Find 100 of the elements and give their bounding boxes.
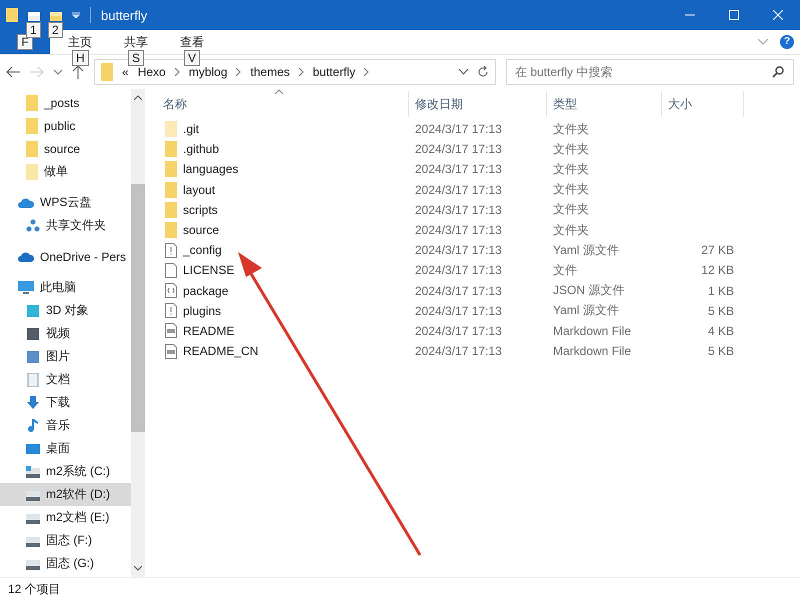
minimize-icon[interactable] — [685, 14, 695, 16]
file-name[interactable]: README — [183, 324, 234, 338]
ribbon-tab[interactable]: 共享 — [122, 32, 150, 52]
file-name[interactable]: package — [183, 284, 228, 298]
expand-ribbon-icon[interactable] — [758, 39, 768, 45]
nav-icon — [18, 250, 34, 264]
nav-item[interactable]: WPS云盘 — [0, 191, 131, 214]
nav-item[interactable]: 下载 — [0, 391, 131, 414]
nav-item[interactable]: 图片 — [0, 345, 131, 368]
file-name[interactable]: scripts — [183, 202, 218, 217]
folder-icon — [26, 164, 38, 180]
nav-icon — [26, 464, 40, 478]
nav-item[interactable]: OneDrive - Pers — [0, 245, 131, 268]
file-icon — [165, 283, 177, 298]
type-cell-text: JSON 源文件 — [552, 282, 626, 300]
type-cell-text: 文件夹 — [552, 181, 590, 198]
nav-item[interactable]: 固态 (F:) — [0, 529, 131, 552]
scroll-down-icon[interactable] — [134, 566, 142, 571]
nav-item[interactable]: 音乐 — [0, 414, 131, 437]
column-header[interactable]: 大小 — [662, 91, 744, 117]
ribbon-tab[interactable]: 主页 — [66, 32, 94, 52]
folder-icon — [165, 141, 177, 158]
nav-item[interactable]: 共享文件夹 — [0, 214, 131, 237]
nav-item[interactable]: m2系统 (C:) — [0, 460, 131, 483]
file-name[interactable]: README_CN — [183, 344, 258, 358]
keytip: 2 — [48, 22, 63, 38]
date-cell-text: 2024/3/17 17:13 — [414, 304, 503, 318]
refresh-icon[interactable] — [477, 66, 489, 78]
nav-icon — [18, 280, 34, 294]
nav-item[interactable]: 桌面 — [0, 437, 131, 460]
nav-item[interactable]: 做单 — [0, 160, 131, 183]
nav-item[interactable]: 3D 对象 — [0, 299, 131, 322]
file-name[interactable]: .github — [183, 142, 220, 156]
size-cell: 5 KB — [708, 304, 734, 318]
file-icon — [165, 323, 177, 338]
scrollbar[interactable] — [131, 89, 145, 577]
column-header[interactable]: 修改日期 — [409, 91, 547, 117]
folder-icon — [6, 7, 18, 23]
scroll-up-icon[interactable] — [134, 95, 142, 100]
type-cell-text: Yaml 源文件 — [552, 242, 620, 259]
nav-item[interactable]: public — [0, 114, 131, 137]
file-name[interactable]: source — [183, 223, 220, 238]
size-cell: 12 KB — [701, 263, 734, 278]
breadcrumb[interactable]: butterfly — [312, 65, 356, 79]
file-name[interactable]: layout — [183, 182, 216, 197]
dropdown-caret-icon[interactable] — [459, 69, 468, 75]
nav-icon — [26, 326, 40, 340]
date-cell-text: 2024/3/17 17:13 — [414, 202, 503, 217]
file-name[interactable]: LICENSE — [183, 263, 234, 278]
maximize-icon[interactable] — [729, 10, 739, 20]
nav-icon — [26, 396, 40, 410]
ribbon-tab[interactable]: 查看 — [178, 32, 206, 52]
recent-caret-icon[interactable] — [54, 70, 62, 74]
file-name[interactable]: plugins — [183, 304, 222, 318]
date-cell-text: 2024/3/17 17:13 — [414, 142, 503, 156]
type-cell-text: 文件夹 — [552, 160, 590, 178]
overflow-button[interactable]: « — [122, 65, 129, 79]
type-cell-text: 文件夹 — [552, 120, 590, 138]
folder-icon — [101, 63, 113, 81]
search-field[interactable]: 在 butterfly 中搜索 — [506, 59, 794, 85]
nav-item[interactable]: 固态 (G:) — [0, 552, 131, 575]
folder-icon — [165, 161, 177, 178]
breadcrumb[interactable]: Hexo — [138, 65, 166, 79]
nav-icon — [26, 372, 40, 386]
file-icon — [165, 242, 177, 258]
file-icon — [165, 303, 177, 318]
file-name[interactable]: .git — [183, 122, 200, 136]
nav-item[interactable]: m2文档 (E:) — [0, 506, 131, 529]
customize-caret-icon[interactable] — [72, 12, 80, 18]
breadcrumb[interactable]: themes — [250, 65, 290, 79]
type-cell-text: 文件夹 — [552, 201, 590, 218]
nav-item[interactable]: _posts — [0, 91, 131, 114]
chevron-icon[interactable] — [298, 68, 304, 76]
window-title: butterfly — [101, 8, 148, 22]
breadcrumb[interactable]: myblog — [188, 65, 228, 79]
chevron-icon[interactable] — [174, 68, 180, 76]
nav-item[interactable]: 此电脑 — [0, 276, 131, 299]
sort-caret-icon — [275, 89, 283, 94]
nav-item[interactable]: source — [0, 137, 131, 160]
back-icon[interactable] — [6, 66, 20, 78]
up-icon[interactable] — [72, 65, 84, 79]
file-name[interactable]: languages — [183, 162, 238, 176]
date-cell-text: 2024/3/17 17:13 — [414, 284, 503, 298]
nav-item[interactable]: 文档 — [0, 368, 131, 391]
help-button[interactable]: ? — [780, 35, 794, 49]
chevron-icon[interactable] — [236, 68, 242, 76]
type-cell-text: Markdown File — [552, 344, 632, 358]
date-cell-text: 2024/3/17 17:13 — [414, 344, 503, 358]
item-count: 12 个项目 — [8, 580, 61, 598]
column-header[interactable]: 类型 — [547, 91, 662, 117]
column-header[interactable]: 名称 — [157, 91, 409, 117]
chevron-icon[interactable] — [364, 68, 370, 76]
nav-icon — [26, 304, 40, 318]
file-icon — [165, 344, 177, 359]
search-icon — [772, 66, 784, 78]
close-icon[interactable] — [773, 10, 783, 20]
nav-item[interactable]: m2软件 (D:) — [0, 483, 131, 506]
file-name[interactable]: _config — [183, 243, 222, 258]
folder-icon — [26, 140, 38, 156]
nav-item[interactable]: 视频 — [0, 322, 131, 345]
